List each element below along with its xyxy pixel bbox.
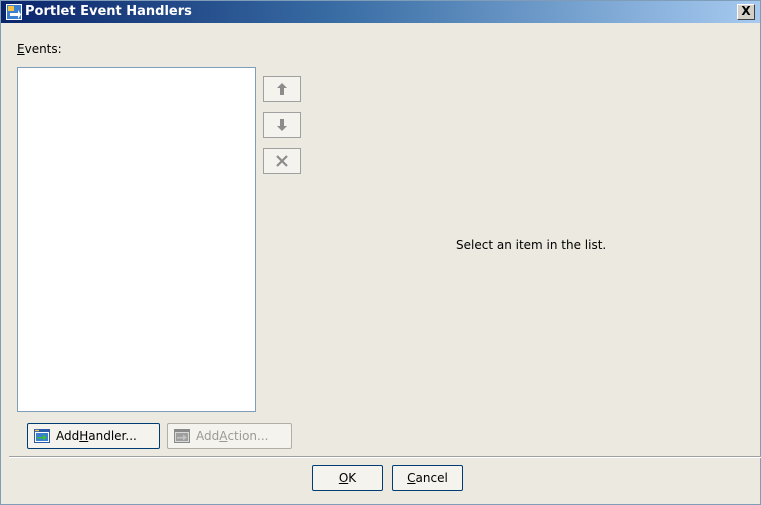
add-handler-button[interactable]: Add Handler... xyxy=(27,423,160,449)
add-handler-label-mnemonic: H xyxy=(79,429,89,443)
dialog-window: Portlet Event Handlers X Events: Select … xyxy=(0,0,761,505)
cancel-label-post: ancel xyxy=(415,471,448,485)
move-down-button[interactable] xyxy=(263,112,301,138)
title-bar[interactable]: Portlet Event Handlers X xyxy=(1,1,760,23)
arrow-down-icon xyxy=(277,119,287,131)
events-label: Events: xyxy=(17,42,62,56)
detail-placeholder-text: Select an item in the list. xyxy=(456,238,607,252)
add-handler-icon xyxy=(34,429,50,443)
add-action-icon xyxy=(174,429,190,443)
ok-label-mnemonic: O xyxy=(338,471,349,485)
ok-button[interactable]: OK xyxy=(312,465,383,491)
footer-separator xyxy=(9,456,761,458)
remove-button[interactable] xyxy=(263,148,301,174)
x-icon xyxy=(276,155,288,167)
window-title: Portlet Event Handlers xyxy=(25,4,192,19)
ok-label-post: K xyxy=(348,471,357,485)
add-action-label-pre: Add xyxy=(196,429,220,443)
events-label-mnemonic: E xyxy=(17,42,25,56)
add-action-label-mnemonic: A xyxy=(219,429,228,443)
add-action-button[interactable]: Add Action... xyxy=(167,423,292,449)
arrow-up-icon xyxy=(277,83,287,95)
portlet-app-icon xyxy=(6,4,22,20)
cancel-label-mnemonic: C xyxy=(407,471,416,485)
events-list[interactable] xyxy=(17,67,256,412)
add-handler-label-post: andler... xyxy=(88,429,137,443)
close-button[interactable]: X xyxy=(737,4,755,20)
cancel-button[interactable]: Cancel xyxy=(392,465,463,491)
events-label-text: vents: xyxy=(24,42,62,56)
move-up-button[interactable] xyxy=(263,76,301,102)
add-action-label-post: ction... xyxy=(227,429,269,443)
add-handler-label-pre: Add xyxy=(56,429,80,443)
